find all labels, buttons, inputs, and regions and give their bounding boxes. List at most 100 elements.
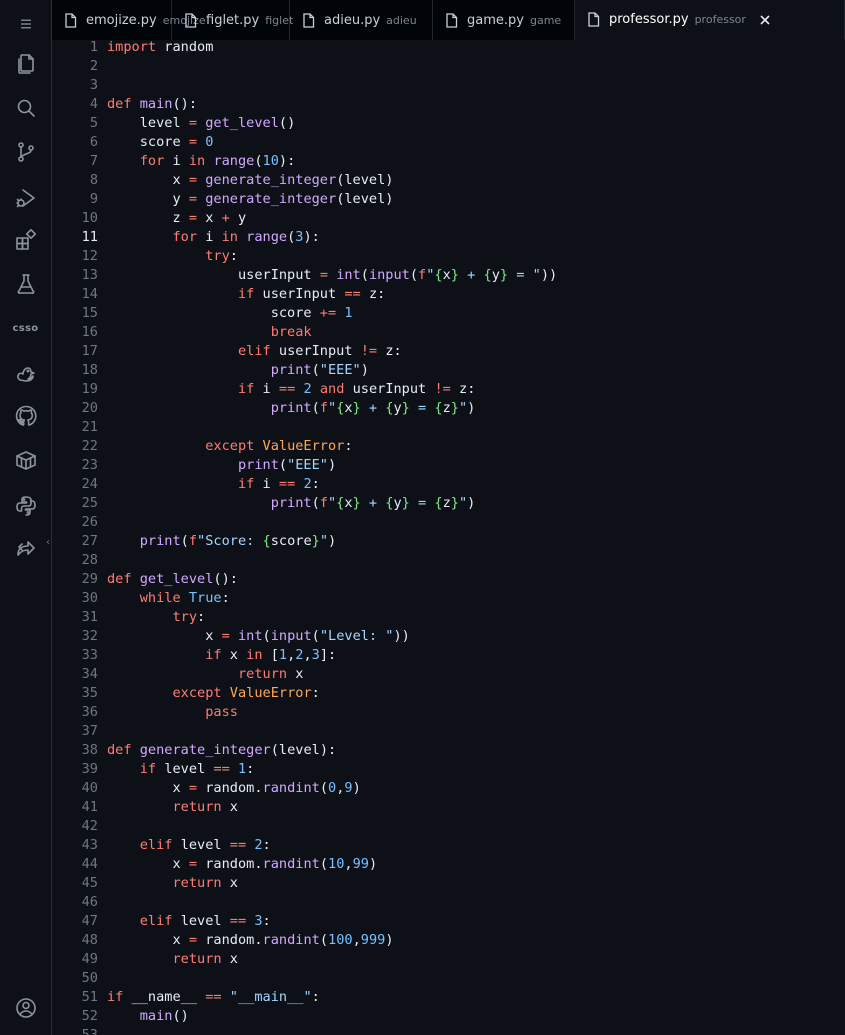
tab-filename: figlet.py (206, 12, 260, 28)
line-source: return x (172, 799, 238, 815)
line-number: 43 (81, 837, 98, 853)
line-source: elif level == 2: (139, 837, 271, 853)
code-line: 4 def main(): (52, 95, 845, 114)
run-debug-icon[interactable] (0, 180, 51, 216)
python-icon[interactable] (0, 488, 51, 524)
code-line: 17 elif userInput != z: (52, 342, 845, 361)
line-number: 15 (81, 305, 98, 321)
code-line: 43 elif level == 2: (52, 836, 845, 855)
code-line: 51 if __name__ == "__main__": (52, 988, 845, 1007)
code-line: 40 x = random.randint(0,9) (52, 779, 845, 798)
line-number: 30 (81, 590, 98, 606)
line-source: for i in range(3): (172, 229, 320, 245)
code-line: 6 score = 0 (52, 133, 845, 152)
line-number: 1 (89, 40, 98, 55)
line-number: 42 (81, 818, 98, 834)
file-icon (445, 12, 458, 28)
account-icon[interactable] (0, 990, 51, 1026)
line-number: 44 (81, 856, 98, 872)
file-icon (302, 12, 315, 28)
code-line: 27 print(f"Score: {score}") (52, 532, 845, 551)
sidebar-collapse-handle[interactable]: ‹ (44, 530, 52, 554)
line-source: def get_level(): (107, 571, 238, 587)
line-number: 38 (81, 742, 98, 758)
line-source: z = x + y (172, 210, 247, 226)
line-source: score = 0 (139, 134, 214, 150)
line-number: 35 (81, 685, 98, 701)
line-number: 8 (89, 172, 98, 188)
duck-icon[interactable] (0, 354, 51, 390)
line-number: 19 (81, 381, 98, 397)
code-line: 38 def generate_integer(level): (52, 741, 845, 760)
testing-icon[interactable] (0, 266, 51, 302)
code-line: 52 main() (52, 1007, 845, 1026)
line-source: print(f"Score: {score}") (139, 533, 337, 549)
line-source: x = generate_integer(level) (172, 172, 394, 188)
code-line: 50 (52, 969, 845, 988)
code-line: 20 print(f"{x} + {y} = {z}") (52, 399, 845, 418)
line-number: 14 (81, 286, 98, 302)
line-source: y = generate_integer(level) (172, 191, 394, 207)
activity-bar: csso ‹ (0, 0, 52, 1035)
line-number: 39 (81, 761, 98, 777)
code-line: 34 return x (52, 665, 845, 684)
line-source: while True: (139, 590, 230, 606)
line-number: 45 (81, 875, 98, 891)
github-icon[interactable] (0, 398, 51, 434)
line-number: 4 (89, 96, 98, 112)
explorer-icon[interactable] (0, 46, 51, 82)
line-number: 53 (81, 1027, 98, 1035)
csso-label[interactable]: csso (0, 310, 51, 346)
line-source: return x (172, 875, 238, 891)
menu-icon[interactable] (0, 6, 51, 42)
line-number: 50 (81, 970, 98, 986)
tab-emojize[interactable]: emojize.py emojize (52, 0, 206, 40)
line-number: 29 (81, 571, 98, 587)
container-icon[interactable] (0, 442, 51, 478)
line-source: if userInput == z: (237, 286, 386, 302)
code-line: 1 import random (52, 40, 845, 57)
line-source: try: (205, 248, 238, 264)
code-line: 35 except ValueError: (52, 684, 845, 703)
line-source: if level == 1: (139, 761, 255, 777)
code-lines: 1 import random 2 3 4 def main(): 5 level = ge… (52, 40, 845, 1035)
file-icon (64, 12, 77, 28)
tab-professor[interactable]: professor.py professor (575, 0, 845, 40)
code-editor[interactable]: 1 import random 2 3 4 def main(): 5 level = ge… (52, 40, 845, 1035)
code-line: 53 (52, 1026, 845, 1035)
tab-filename: emojize.py (86, 12, 157, 28)
code-line: 10 z = x + y (52, 209, 845, 228)
line-source: return x (237, 666, 304, 682)
line-source: x = random.randint(0,9) (172, 780, 361, 796)
code-line: 9 y = generate_integer(level) (52, 190, 845, 209)
code-line: 18 print("EEE") (52, 361, 845, 380)
tab-description: game (529, 13, 562, 27)
line-number: 22 (81, 438, 98, 454)
file-icon (587, 12, 600, 27)
line-number: 41 (81, 799, 98, 815)
extensions-icon[interactable] (0, 222, 51, 258)
source-control-icon[interactable] (0, 134, 51, 170)
line-source: x = int(input("Level: ")) (205, 628, 410, 644)
line-number: 9 (89, 191, 98, 207)
search-icon[interactable] (0, 90, 51, 126)
tab-figlet[interactable]: figlet.py figlet (172, 0, 293, 40)
line-number: 31 (81, 609, 98, 625)
line-number: 10 (81, 210, 98, 226)
code-line: 13 userInput = int(input(f"{x} + {y} = "… (52, 266, 845, 285)
line-source: except ValueError: (205, 438, 353, 454)
line-source: import random (107, 40, 214, 55)
line-number: 11 (81, 229, 98, 245)
code-line: 29 def get_level(): (52, 570, 845, 589)
tab-adieu[interactable]: adieu.py adieu (290, 0, 433, 40)
line-source: if i == 2: (237, 476, 320, 492)
line-source: level = get_level() (139, 115, 296, 131)
line-number: 33 (81, 647, 98, 663)
code-line: 31 try: (52, 608, 845, 627)
line-number: 24 (81, 476, 98, 492)
tab-game[interactable]: game.py game (433, 0, 575, 40)
code-line: 30 while True: (52, 589, 845, 608)
line-number: 12 (81, 248, 98, 264)
code-line: 36 pass (52, 703, 845, 722)
close-icon[interactable] (758, 13, 772, 27)
